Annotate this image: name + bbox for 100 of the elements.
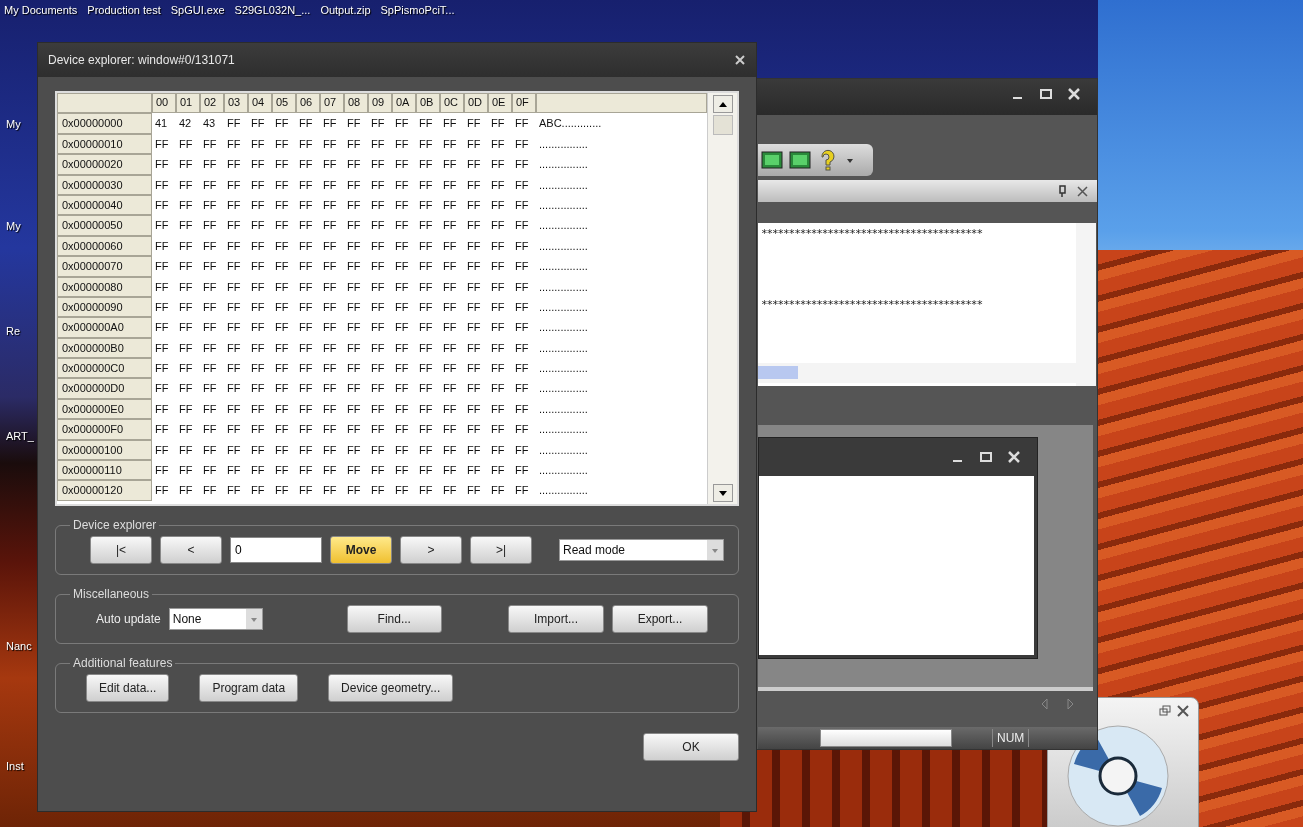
hex-byte-cell[interactable]: FF xyxy=(416,337,440,359)
hex-byte-cell[interactable]: FF xyxy=(200,256,224,277)
hex-byte-cell[interactable]: FF xyxy=(392,113,416,134)
hex-byte-cell[interactable]: FF xyxy=(224,113,248,134)
hex-byte-cell[interactable]: FF xyxy=(392,419,416,440)
hex-byte-cell[interactable]: FF xyxy=(368,154,392,175)
desktop-icon-label[interactable]: Output.zip xyxy=(320,4,371,16)
hex-byte-cell[interactable]: FF xyxy=(248,419,272,440)
close-icon[interactable] xyxy=(1176,704,1190,718)
hex-byte-cell[interactable]: FF xyxy=(176,398,200,420)
hex-byte-cell[interactable]: FF xyxy=(200,194,224,216)
hex-byte-cell[interactable]: FF xyxy=(320,194,344,216)
hex-byte-cell[interactable]: FF xyxy=(368,256,392,277)
file-button[interactable]: Import... xyxy=(508,605,604,633)
move-button[interactable]: Move xyxy=(330,536,392,564)
hex-byte-cell[interactable]: FF xyxy=(320,337,344,359)
hex-byte-cell[interactable]: FF xyxy=(392,235,416,257)
hex-byte-cell[interactable]: FF xyxy=(224,133,248,155)
hex-byte-cell[interactable]: FF xyxy=(152,460,176,481)
hex-byte-cell[interactable]: FF xyxy=(296,113,320,134)
hex-byte-cell[interactable]: FF xyxy=(392,215,416,236)
hex-byte-cell[interactable]: FF xyxy=(320,154,344,175)
nav-button[interactable]: > xyxy=(400,536,462,564)
scroll-thumb[interactable] xyxy=(712,115,733,135)
hex-byte-cell[interactable]: FF xyxy=(176,133,200,155)
hex-byte-cell[interactable]: FF xyxy=(200,358,224,379)
hex-byte-cell[interactable]: FF xyxy=(224,378,248,399)
hex-byte-cell[interactable]: FF xyxy=(440,480,464,501)
desktop-icon-label[interactable]: ART_ xyxy=(6,430,34,442)
hex-byte-cell[interactable]: FF xyxy=(416,256,440,277)
hex-byte-cell[interactable]: FF xyxy=(200,419,224,440)
hex-byte-cell[interactable]: FF xyxy=(176,276,200,297)
hex-byte-cell[interactable]: FF xyxy=(248,256,272,277)
restore-icon[interactable] xyxy=(1158,704,1172,718)
hex-byte-cell[interactable]: FF xyxy=(488,378,512,399)
hex-byte-cell[interactable]: FF xyxy=(296,174,320,195)
hex-byte-cell[interactable]: FF xyxy=(248,317,272,338)
desktop-icon-label[interactable]: Production test xyxy=(87,4,161,16)
hex-byte-cell[interactable]: FF xyxy=(200,398,224,420)
hex-byte-cell[interactable]: FF xyxy=(176,337,200,359)
hex-byte-cell[interactable]: FF xyxy=(200,296,224,318)
hex-byte-cell[interactable]: FF xyxy=(344,174,368,195)
hex-byte-cell[interactable]: FF xyxy=(392,256,416,277)
hex-byte-cell[interactable]: FF xyxy=(296,296,320,318)
maximize-icon[interactable] xyxy=(1039,87,1053,101)
hex-byte-cell[interactable]: FF xyxy=(296,133,320,155)
hex-byte-cell[interactable]: FF xyxy=(440,154,464,175)
hex-byte-cell[interactable]: FF xyxy=(176,439,200,461)
hex-byte-cell[interactable]: FF xyxy=(152,235,176,257)
hex-byte-cell[interactable]: FF xyxy=(152,256,176,277)
hex-byte-cell[interactable]: FF xyxy=(344,480,368,501)
hex-byte-cell[interactable]: FF xyxy=(152,215,176,236)
hex-byte-cell[interactable]: FF xyxy=(392,460,416,481)
hex-byte-cell[interactable]: FF xyxy=(344,378,368,399)
hex-byte-cell[interactable]: FF xyxy=(272,358,296,379)
hex-byte-cell[interactable]: FF xyxy=(464,337,488,359)
hex-byte-cell[interactable]: FF xyxy=(464,398,488,420)
hex-byte-cell[interactable]: FF xyxy=(152,358,176,379)
hex-byte-cell[interactable]: FF xyxy=(512,113,536,134)
hex-byte-cell[interactable]: FF xyxy=(344,194,368,216)
hex-byte-cell[interactable]: FF xyxy=(296,317,320,338)
hex-byte-cell[interactable]: 41 xyxy=(152,113,176,134)
hex-byte-cell[interactable]: FF xyxy=(368,235,392,257)
hex-byte-cell[interactable]: FF xyxy=(224,337,248,359)
hex-byte-cell[interactable]: FF xyxy=(296,460,320,481)
hex-byte-cell[interactable]: FF xyxy=(416,235,440,257)
hex-byte-cell[interactable]: FF xyxy=(248,235,272,257)
hex-byte-cell[interactable]: FF xyxy=(224,215,248,236)
hex-byte-cell[interactable]: FF xyxy=(320,174,344,195)
hex-byte-cell[interactable]: FF xyxy=(464,174,488,195)
hex-byte-cell[interactable]: FF xyxy=(224,398,248,420)
hex-byte-cell[interactable]: FF xyxy=(440,256,464,277)
hex-byte-cell[interactable]: FF xyxy=(344,133,368,155)
hex-byte-cell[interactable]: FF xyxy=(512,276,536,297)
hex-byte-cell[interactable]: FF xyxy=(392,317,416,338)
hex-byte-cell[interactable]: FF xyxy=(152,337,176,359)
hex-byte-cell[interactable]: FF xyxy=(224,235,248,257)
hex-byte-cell[interactable]: FF xyxy=(176,235,200,257)
hex-byte-cell[interactable]: FF xyxy=(176,460,200,481)
feature-button[interactable]: Program data xyxy=(199,674,299,702)
hex-byte-cell[interactable]: FF xyxy=(464,276,488,297)
hex-byte-cell[interactable]: FF xyxy=(368,337,392,359)
hex-byte-cell[interactable]: FF xyxy=(416,378,440,399)
hex-byte-cell[interactable]: FF xyxy=(464,256,488,277)
hex-byte-cell[interactable]: 42 xyxy=(176,113,200,134)
hex-byte-cell[interactable]: FF xyxy=(344,317,368,338)
hex-byte-cell[interactable]: FF xyxy=(272,154,296,175)
hex-byte-cell[interactable]: FF xyxy=(296,194,320,216)
hex-byte-cell[interactable]: FF xyxy=(272,398,296,420)
hex-byte-cell[interactable]: FF xyxy=(512,419,536,440)
hex-byte-cell[interactable]: FF xyxy=(200,378,224,399)
hex-byte-cell[interactable]: FF xyxy=(296,398,320,420)
close-icon[interactable] xyxy=(1076,184,1089,198)
hex-byte-cell[interactable]: FF xyxy=(392,154,416,175)
hex-byte-cell[interactable]: FF xyxy=(440,194,464,216)
hex-byte-cell[interactable]: FF xyxy=(512,358,536,379)
hex-byte-cell[interactable]: FF xyxy=(320,317,344,338)
hex-byte-cell[interactable]: FF xyxy=(512,174,536,195)
hex-byte-cell[interactable]: FF xyxy=(344,256,368,277)
hex-byte-cell[interactable]: FF xyxy=(272,419,296,440)
